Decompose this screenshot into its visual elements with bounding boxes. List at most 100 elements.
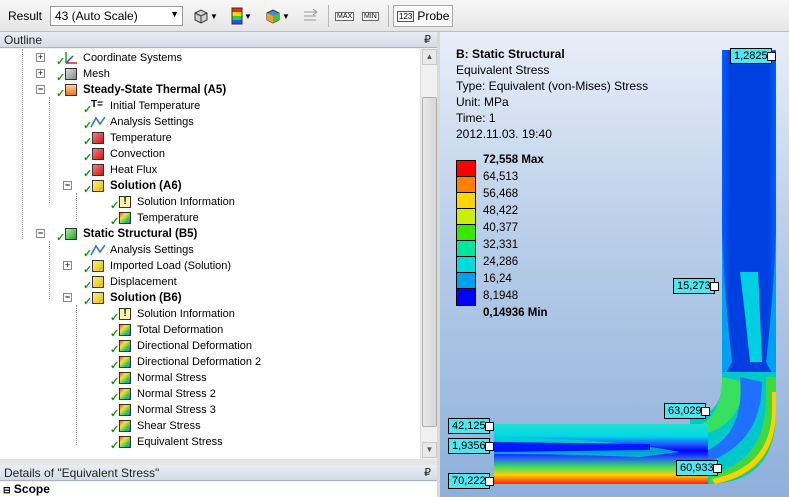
probe-label-top[interactable]: 1,2825 [730,48,776,64]
collapse-icon[interactable]: − [36,229,45,238]
tree-node-directional-deformation-2[interactable]: ✓ Directional Deformation 2 [110,354,261,372]
analysis-settings-icon: ✓ [83,243,106,260]
scrollbar-thumb[interactable] [422,97,437,427]
result-contour-icon: ✓ [110,323,133,340]
probe-label-left-top[interactable]: 42,125 [448,418,494,434]
tree-node-analysis-settings-b[interactable]: ✓ Analysis Settings [83,242,194,260]
legend-level-label: 16,24 [483,273,512,285]
probe-label-bottom[interactable]: 60,933 [676,460,722,476]
convection-icon: ✓ [83,147,106,164]
expand-icon[interactable]: ⊟ [3,485,11,495]
legend-level-label: 8,1948 [483,290,519,302]
chevron-down-icon: ▼ [170,9,179,19]
legend-swatch [457,241,475,257]
legend-level-label: 40,377 [483,222,519,234]
tree-node-total-deformation[interactable]: ✓ Total Deformation [110,322,224,340]
tree-node-equivalent-stress[interactable]: ✓ Equivalent Stress [110,434,223,452]
outline-scrollbar[interactable]: ▲ ▼ [420,49,437,459]
details-title: Details of "Equivalent Stress" [4,466,160,480]
node-label: Coordinate Systems [83,52,183,64]
probe-icon: 123 [397,10,415,22]
collapse-icon[interactable]: − [63,293,72,302]
contour-bands-button[interactable]: ▼ [230,6,252,26]
expand-icon[interactable]: + [36,69,45,78]
legend-level-label: 48,422 [483,205,519,217]
contour-bands-icon [231,7,243,25]
probe-label-elbow[interactable]: 63,029 [664,403,710,419]
legend-level-label: 56,468 [483,188,519,200]
probe-label-mid[interactable]: 15,273 [673,278,719,294]
collapse-icon[interactable]: − [63,181,72,190]
tree-node-analysis-settings-a[interactable]: ✓ Analysis Settings [83,114,194,132]
node-label: Solution Information [137,196,235,208]
node-label: Total Deformation [137,324,224,336]
tree-node-solution-information-b[interactable]: ! ✓ Solution Information [110,306,235,324]
expand-icon[interactable]: + [36,53,45,62]
outline-tree: + ✓ Coordinate Systems + ✓ Mesh − ✓ Stea… [0,49,420,459]
tree-line [22,49,23,239]
tree-line [49,241,50,299]
node-label: Mesh [83,68,110,80]
show-max-button[interactable]: MAX [335,6,355,26]
details-scope-row[interactable]: ⊟ Scope [0,482,437,497]
tree-node-shear-stress[interactable]: ✓ Shear Stress [110,418,201,436]
solution-icon: ✓ [83,179,106,196]
scroll-up-icon[interactable]: ▲ [422,49,437,65]
result-contour-icon: ✓ [110,339,133,356]
edges-display-button[interactable]: ▼ [264,6,290,26]
axes-icon: ✓ [56,51,79,68]
probe-label-left-bot[interactable]: 70,222 [448,473,494,489]
result-contour-icon: ✓ [110,211,133,228]
temperature-icon: ✓ [83,131,106,148]
node-label: Analysis Settings [110,244,194,256]
tree-line [76,305,77,445]
legend-swatch [457,225,475,241]
result-contour-icon: ✓ [110,435,133,452]
outline-title: Outline [4,33,43,47]
result-unit: Unit: MPa [456,95,509,109]
tree-node-directional-deformation[interactable]: ✓ Directional Deformation [110,338,252,356]
result-contour-icon: ✓ [110,403,133,420]
tree-node-solution-information-a[interactable]: ! ✓ Solution Information [110,194,235,212]
tree-line [76,193,77,221]
probe-button[interactable]: 123 Probe [393,5,453,27]
legend-swatch [457,177,475,193]
node-label: Analysis Settings [110,116,194,128]
max-label: MAX [335,11,355,21]
legend-level-label: 32,331 [483,239,519,251]
pin-icon[interactable]: ₽ [424,33,431,46]
pin-icon[interactable]: ₽ [424,466,431,479]
heat-flux-icon: ✓ [83,163,106,180]
chevron-down-icon: ▼ [282,11,290,21]
tree-node-initial-temperature[interactable]: T= ✓ Initial Temperature [83,98,201,116]
node-label: Solution (A6) [110,180,182,192]
geometry-display-button[interactable]: ▼ [192,6,218,26]
min-label: MIN [362,11,379,21]
collapse-icon[interactable]: − [36,85,45,94]
node-label: Solution (B6) [110,292,182,304]
probe-label-left-mid[interactable]: 1,9356 [448,438,494,454]
result-time: Time: 1 [456,111,496,125]
tree-node-normal-stress[interactable]: ✓ Normal Stress [110,370,207,388]
result-contour-icon: ✓ [110,355,133,372]
tree-node-normal-stress-2[interactable]: ✓ Normal Stress 2 [110,386,216,404]
node-label: Initial Temperature [110,100,201,112]
colored-cube-icon [266,9,280,24]
scale-select[interactable]: 43 (Auto Scale) ▼ [50,6,183,26]
solution-information-icon: ! ✓ [110,195,133,212]
scroll-down-icon[interactable]: ▼ [422,442,437,458]
node-label: Shear Stress [137,420,201,432]
show-min-button[interactable]: MIN [362,6,379,26]
node-label: Equivalent Stress [137,436,223,448]
node-label: Normal Stress [137,372,207,384]
solution-information-icon: ! ✓ [110,307,133,324]
vector-display-button[interactable] [302,6,320,26]
tree-node-heat-flux[interactable]: ✓ Heat Flux [83,162,157,180]
tree-node-convection[interactable]: ✓ Convection [83,146,165,164]
tree-node-displacement[interactable]: ✓ Displacement [83,274,177,292]
expand-icon[interactable]: + [63,261,72,270]
graphics-viewport[interactable]: B: Static Structural Equivalent Stress T… [440,32,789,497]
tree-node-normal-stress-3[interactable]: ✓ Normal Stress 3 [110,402,216,420]
tree-node-temperature-result[interactable]: ✓ Temperature [110,210,199,228]
tree-node-temperature[interactable]: ✓ Temperature [83,130,172,148]
